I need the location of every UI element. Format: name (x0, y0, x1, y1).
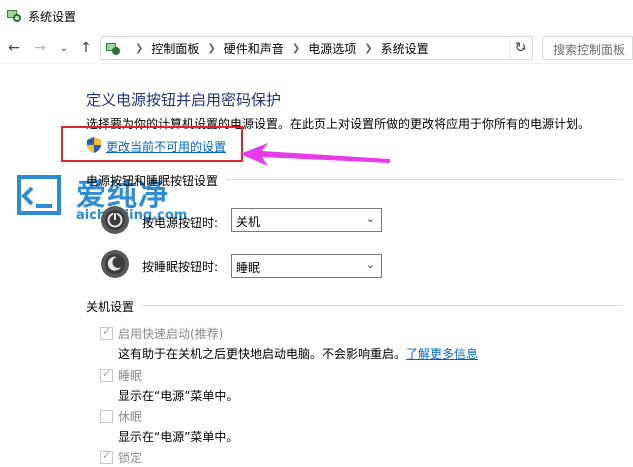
breadcrumb-separator: ❯ (135, 42, 144, 54)
breadcrumb-separator: ❯ (207, 42, 216, 54)
sleep-button-action-select[interactable]: 睡眠 ⌄ (231, 254, 382, 278)
power-options-icon (7, 10, 21, 22)
search-input[interactable]: 搜索控制面板 (542, 36, 633, 60)
breadcrumb-separator: ❯ (291, 42, 301, 54)
sleep-button-icon (101, 250, 129, 278)
sleep-button-label: 按睡眠按钮时: (142, 260, 219, 274)
power-button-label: 按电源按钮时: (142, 216, 219, 230)
hibernate-checkbox[interactable] (100, 410, 113, 423)
title-bar: 系统设置 (0, 0, 633, 32)
address-bar[interactable]: ❯ 控制面板 ❯ 硬件和声音 ❯ 电源选项 ❯ 系统设置 ⌄ (100, 36, 533, 60)
forward-arrow-icon[interactable]: → (30, 38, 50, 58)
up-arrow-icon[interactable]: ↑ (76, 38, 96, 58)
power-button-icon (101, 206, 129, 234)
chevron-down-icon: ⌄ (365, 212, 375, 225)
watermark-logo-icon (17, 175, 61, 215)
chevron-down-icon[interactable]: ⌄ (54, 38, 74, 58)
page-title: 定义电源按钮并启用密码保护 (86, 91, 282, 109)
sleep-checkbox[interactable] (100, 367, 113, 382)
control-panel-icon (106, 43, 120, 55)
refresh-icon[interactable]: ↻ (510, 38, 530, 58)
lock-checkbox[interactable] (100, 449, 113, 464)
lock-option-label: 锁定 (118, 451, 143, 465)
section-divider (142, 305, 623, 306)
fast-startup-checkbox[interactable] (100, 325, 113, 340)
fast-startup-description-text: 这有助于在关机之后更快地启动电脑。不会影响重启。 (118, 347, 407, 361)
window-title: 系统设置 (28, 10, 77, 24)
hibernate-option-description: 显示在“电源”菜单中。 (118, 430, 239, 444)
sleep-option-description: 显示在“电源”菜单中。 (118, 389, 239, 403)
learn-more-link[interactable]: 了解更多信息 (406, 347, 478, 361)
highlight-box (61, 126, 243, 162)
chevron-down-icon: ⌄ (365, 258, 375, 271)
breadcrumb-item-control-panel[interactable]: 控制面板 (151, 40, 199, 57)
sleep-button-action-value: 睡眠 (236, 261, 261, 275)
pointer-arrow-icon (240, 143, 390, 166)
breadcrumb-item-hardware-sound[interactable]: 硬件和声音 (224, 40, 284, 57)
sleep-option-label: 睡眠 (118, 369, 143, 383)
hibernate-option-label: 休眠 (118, 410, 143, 424)
power-buttons-section-title: 电源按钮和睡眠按钮设置 (86, 174, 219, 188)
power-button-action-select[interactable]: 关机 ⌄ (231, 208, 382, 232)
breadcrumb-item-system-settings[interactable]: 系统设置 (381, 40, 429, 57)
power-button-action-value: 关机 (236, 215, 261, 229)
fast-startup-label: 启用快速启动(推荐) (118, 327, 224, 341)
main-content: 定义电源按钮并启用密码保护 选择要为你的计算机设置的电源设置。在此页上对设置所做… (0, 64, 633, 467)
section-divider (226, 179, 623, 180)
breadcrumb-separator: ❯ (364, 42, 373, 54)
breadcrumb-item-power-options[interactable]: 电源选项 (308, 40, 356, 57)
navigation-bar: ← → ⌄ ↑ ❯ 控制面板 ❯ 硬件和声音 ❯ 电源选项 ❯ 系统设置 ⌄ ↻… (0, 32, 633, 64)
breadcrumb: ❯ 控制面板 ❯ 硬件和声音 ❯ 电源选项 ❯ 系统设置 (127, 37, 429, 59)
back-arrow-icon[interactable]: ← (4, 38, 24, 58)
shutdown-section-title: 关机设置 (86, 300, 135, 314)
fast-startup-description: 这有助于在关机之后更快地启动电脑。不会影响重启。了解更多信息 (118, 345, 478, 362)
